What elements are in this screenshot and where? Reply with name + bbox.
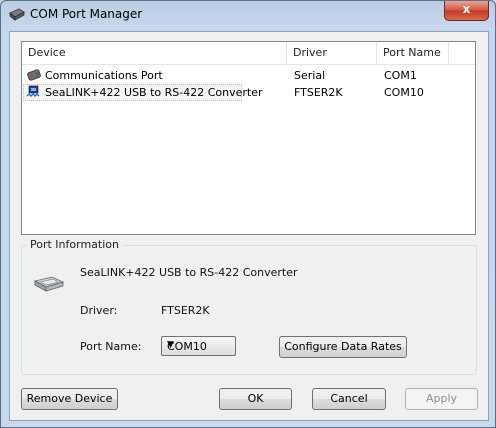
configure-data-rates-button[interactable]: Configure Data Rates [279,336,407,358]
port-name: COM10 [384,86,424,99]
apply-button[interactable]: Apply [405,388,478,410]
driver-value: FTSER2K [161,304,210,317]
device-name: Communications Port [45,69,163,82]
device-name: SeaLINK+422 USB to RS-422 Converter [45,86,263,99]
serial-connector-icon [33,276,65,292]
device-list[interactable]: Device Driver Port Name Communications P… [21,41,476,235]
port-name: COM1 [384,69,417,82]
driver-name: FTSER2K [294,86,343,99]
dropdown-arrow-icon: ▼ [167,340,174,350]
port-information-title: Port Information [27,238,122,251]
port-name-dropdown[interactable]: COM10 ▼ [161,336,236,356]
close-icon: x [462,2,471,16]
port-name-label: Port Name: [80,340,142,353]
usb-serial-icon [26,85,40,97]
selected-device-name: SeaLINK+422 USB to RS-422 Converter [80,266,298,279]
ok-button[interactable]: OK [219,388,292,410]
close-button[interactable]: x [444,1,489,21]
dialog-client-area: Device Driver Port Name Communications P… [9,31,489,421]
list-row-sealink-converter[interactable]: SeaLINK+422 USB to RS-422 Converter FTSE… [22,84,473,101]
serial-port-icon [27,69,41,81]
window-title: COM Port Manager [30,7,143,21]
serial-port-app-icon [9,8,25,21]
list-row-communications-port[interactable]: Communications Port Serial COM1 [22,67,473,84]
driver-label: Driver: [80,304,118,317]
list-header: Device Driver Port Name [22,42,475,65]
title-bar[interactable]: COM Port Manager x [1,1,495,29]
com-port-manager-window: COM Port Manager x Device Driver Port Na… [0,0,496,428]
column-header-port-name[interactable]: Port Name [377,42,449,64]
column-header-device[interactable]: Device [22,42,287,64]
cancel-button[interactable]: Cancel [312,388,386,410]
column-header-driver[interactable]: Driver [287,42,377,64]
remove-device-button[interactable]: Remove Device [21,388,118,410]
driver-name: Serial [294,69,326,82]
